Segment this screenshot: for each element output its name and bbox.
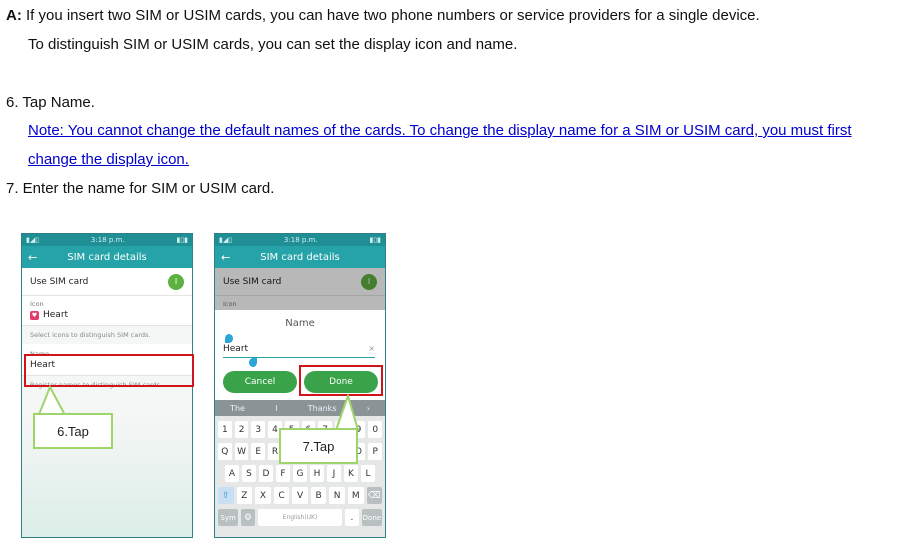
cursor-handle-icon[interactable] xyxy=(249,358,257,367)
use-sim-toggle[interactable]: I xyxy=(168,273,184,290)
app-bar-title: SIM card details xyxy=(260,251,340,263)
key[interactable]: H xyxy=(310,465,324,482)
dialog-title: Name xyxy=(285,318,315,329)
key-row-bottom: Sym ⚙ English(UK) . Done xyxy=(215,509,385,526)
back-arrow-icon[interactable]: ← xyxy=(28,251,48,264)
key[interactable]: L xyxy=(361,465,375,482)
app-bar-title: SIM card details xyxy=(67,251,147,263)
use-sim-row[interactable]: Use SIM card I xyxy=(22,268,192,296)
answer-line-2: To distinguish SIM or USIM cards, you ca… xyxy=(28,36,518,53)
space-key[interactable]: English(UK) xyxy=(257,509,343,526)
callout-tap-7: 7.Tap xyxy=(279,428,358,464)
key[interactable]: 2 xyxy=(234,421,249,438)
key[interactable]: E xyxy=(251,443,266,460)
note-line-2[interactable]: change the display icon. xyxy=(28,150,189,170)
period-key[interactable]: . xyxy=(345,509,359,526)
key[interactable]: P xyxy=(368,443,383,460)
key[interactable]: G xyxy=(293,465,307,482)
sym-key[interactable]: Sym xyxy=(218,509,239,526)
key[interactable]: W xyxy=(234,443,249,460)
note-line-1[interactable]: Note: You cannot change the default name… xyxy=(28,121,852,141)
key[interactable]: 0 xyxy=(368,421,383,438)
back-arrow-icon[interactable]: ← xyxy=(221,251,241,264)
status-bar: ▮◢▯ 3:18 p.m. ▮▯▮ xyxy=(215,234,385,246)
battery-icon: ▮▯▮ xyxy=(176,236,188,244)
key[interactable]: J xyxy=(327,465,341,482)
key[interactable]: 3 xyxy=(251,421,266,438)
key[interactable]: S xyxy=(242,465,256,482)
callout-tap-6: 6.Tap xyxy=(33,413,113,449)
cancel-button[interactable]: Cancel xyxy=(223,371,297,393)
name-input-value: Heart xyxy=(223,344,249,354)
backspace-key-icon[interactable]: ⌫ xyxy=(366,487,383,504)
key[interactable]: V xyxy=(292,487,308,504)
step-7-text: 7. Enter the name for SIM or USIM card. xyxy=(6,180,275,197)
suggestion-item[interactable]: The xyxy=(230,404,245,413)
icon-hint: Select icons to distinguish SIM cards. xyxy=(30,331,151,339)
answer-line-1: A: If you insert two SIM or USIM cards, … xyxy=(6,6,760,26)
step-6-text: 6. Tap Name. xyxy=(6,94,95,111)
key-row-zxcv: ⇧ Z X C V B N M ⌫ xyxy=(215,487,385,504)
key[interactable]: Z xyxy=(236,487,253,504)
shift-key-icon[interactable]: ⇧ xyxy=(218,487,234,504)
key[interactable]: B xyxy=(310,487,327,504)
heart-icon: ♥ xyxy=(30,310,39,320)
highlight-name-field xyxy=(24,354,194,387)
answer-text: If you insert two SIM or USIM cards, you… xyxy=(21,7,760,24)
answer-prefix: A: xyxy=(6,7,22,24)
signal-icon: ▮◢▯ xyxy=(26,236,40,244)
keyboard-done-key[interactable]: Done xyxy=(361,509,382,526)
key[interactable]: 1 xyxy=(218,421,232,438)
key-row-asdf: A S D F G H J K L xyxy=(215,465,385,482)
app-bar: ← SIM card details xyxy=(22,246,192,268)
status-time: 3:18 p.m. xyxy=(90,236,125,244)
signal-icon: ▮◢▯ xyxy=(219,236,233,244)
use-sim-label: Use SIM card xyxy=(30,276,89,287)
key[interactable]: K xyxy=(344,465,358,482)
key[interactable]: F xyxy=(276,465,290,482)
highlight-done-button xyxy=(299,365,383,396)
status-bar: ▮◢▯ 3:18 p.m. ▮▯▮ xyxy=(22,234,192,246)
key[interactable]: D xyxy=(259,465,273,482)
name-input[interactable]: Heart × xyxy=(223,344,375,358)
icon-value: Heart xyxy=(43,310,69,320)
battery-icon: ▮▯▮ xyxy=(369,236,381,244)
suggestion-item[interactable]: I xyxy=(275,404,277,413)
key[interactable]: A xyxy=(225,465,239,482)
key[interactable]: M xyxy=(347,487,364,504)
app-bar: ← SIM card details xyxy=(215,246,385,268)
status-time: 3:18 p.m. xyxy=(283,236,318,244)
icon-label: Icon xyxy=(30,300,44,308)
icon-setting[interactable]: Icon ♥ Heart xyxy=(22,296,192,326)
key[interactable]: Q xyxy=(218,443,232,460)
clear-icon[interactable]: × xyxy=(368,344,375,353)
settings-gear-icon[interactable]: ⚙ xyxy=(241,509,255,526)
cursor-handle-icon[interactable] xyxy=(225,334,233,343)
key[interactable]: C xyxy=(273,487,290,504)
key[interactable]: X xyxy=(255,487,271,504)
key[interactable]: N xyxy=(329,487,345,504)
